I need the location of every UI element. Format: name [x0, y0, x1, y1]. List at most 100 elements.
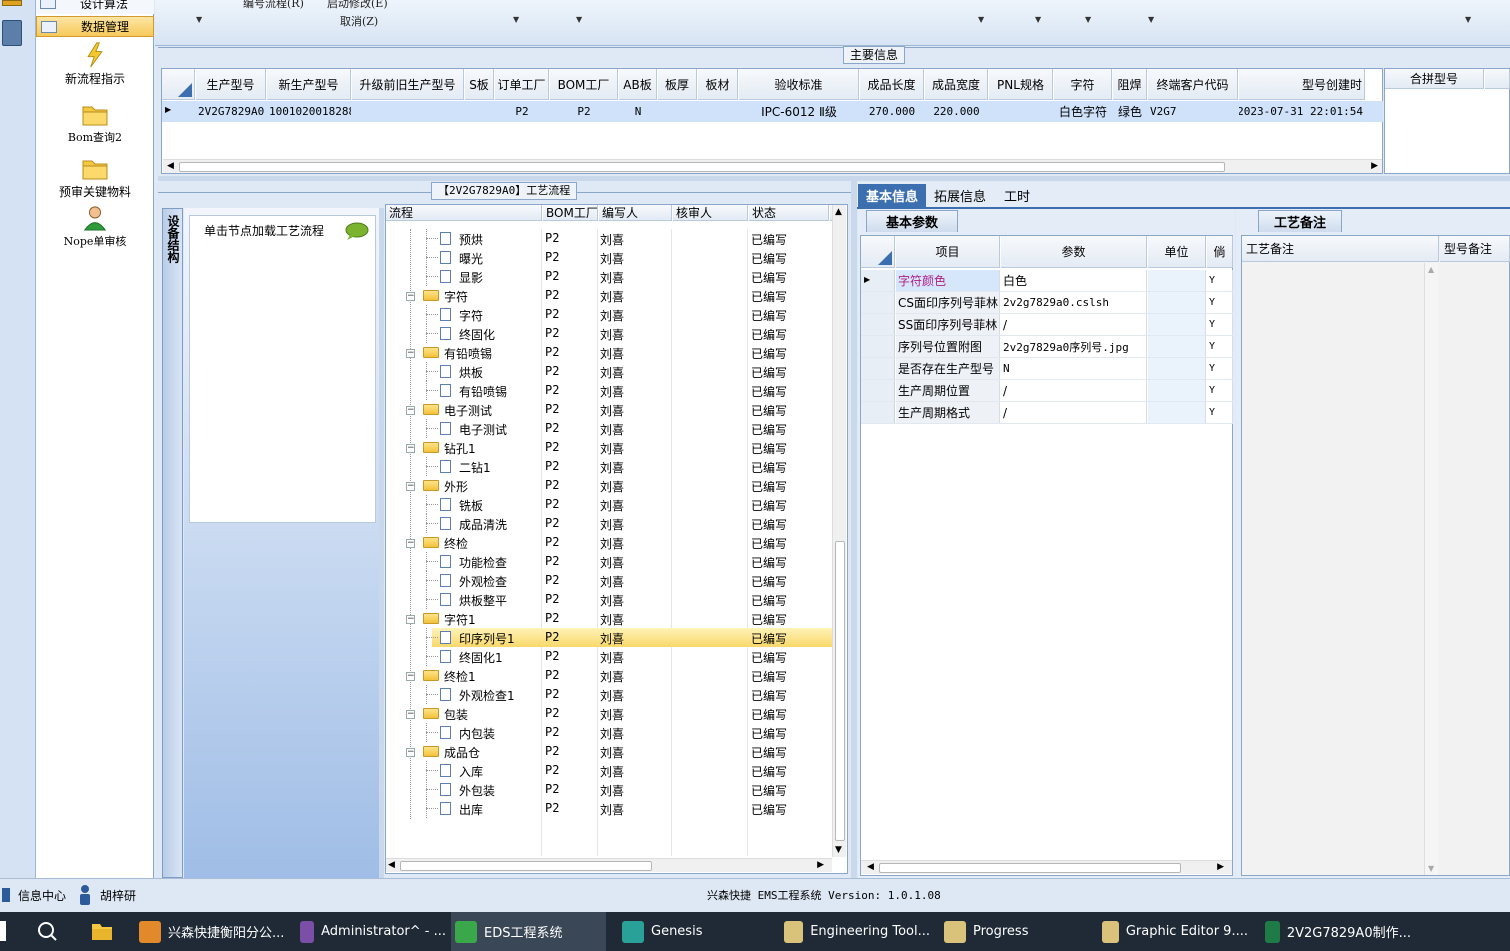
taskbar-item[interactable]: Administrator^ - ... [296, 912, 446, 951]
param-flag-cell[interactable]: Y [1207, 336, 1233, 357]
main-col-header[interactable]: S板 [465, 69, 494, 100]
nav-tab-design[interactable]: 设计算法 [36, 0, 154, 14]
tree-row[interactable]: 铣板 P2 刘喜 已编写 [386, 495, 832, 514]
param-unit-cell[interactable] [1148, 336, 1206, 357]
collapse-icon[interactable]: − [406, 482, 415, 491]
param-item-cell[interactable]: SS面印序列号菲林 [896, 314, 1000, 335]
param-row[interactable]: 是否存在生产型号 N Y [861, 358, 1233, 380]
file-explorer-icon[interactable] [90, 920, 114, 942]
tree-row[interactable]: 印序列号1 P2 刘喜 已编写 [386, 628, 832, 647]
scroll-left-icon[interactable]: ◀ [167, 161, 174, 171]
param-item-cell[interactable]: 是否存在生产型号 [896, 358, 1000, 379]
param-value-cell[interactable]: / [1001, 402, 1147, 423]
scroll-down-icon[interactable]: ▼ [835, 845, 842, 855]
dropdown-arrow-icon[interactable]: ▼ [576, 15, 582, 24]
param-value-cell[interactable]: 2v2g7829a0序列号.jpg [1001, 336, 1147, 357]
tree-row[interactable]: 烘板整平 P2 刘喜 已编写 [386, 590, 832, 609]
dropdown-arrow-icon[interactable]: ▼ [196, 15, 202, 24]
scroll-left-icon[interactable]: ◀ [388, 860, 395, 870]
tab-extended-info[interactable]: 拓展信息 [928, 184, 992, 207]
param-col-header[interactable]: 项目 [896, 236, 1000, 268]
collapse-icon[interactable]: − [406, 615, 415, 624]
dropdown-arrow-icon[interactable]: ▼ [1085, 15, 1091, 24]
param-item-cell[interactable]: 序列号位置附图 [896, 336, 1000, 357]
param-value-cell[interactable]: / [1001, 314, 1147, 335]
nav-tab-data-management[interactable]: 数据管理 [36, 16, 154, 37]
remarks-vscroll[interactable]: ▲ ▼ [1424, 263, 1438, 875]
main-col-header[interactable]: 终端客户代码 [1148, 69, 1238, 100]
scroll-right-icon[interactable]: ▶ [1371, 161, 1378, 171]
dropdown-arrow-icon[interactable]: ▼ [513, 15, 519, 24]
param-item-cell[interactable]: 字符颜色 [896, 270, 1000, 291]
tree-hscroll[interactable]: ◀ ▶ [386, 858, 832, 872]
tree-row[interactable]: − 外形 P2 刘喜 已编写 [386, 476, 832, 495]
collapse-icon[interactable]: − [406, 539, 415, 548]
main-cell[interactable]: P2 [550, 101, 618, 122]
param-row[interactable]: ▶ 字符颜色 白色 Y [861, 270, 1233, 292]
main-col-header[interactable]: 成品长度 [860, 69, 924, 100]
collapse-icon[interactable]: − [406, 406, 415, 415]
nav-item-bom-query[interactable]: Bom查询2 [36, 101, 154, 145]
tree-row[interactable]: − 钻孔1 P2 刘喜 已编写 [386, 438, 832, 457]
param-item-cell[interactable]: 生产周期格式 [896, 402, 1000, 423]
param-flag-cell[interactable]: Y [1207, 380, 1233, 401]
param-col-header[interactable]: 倘 [1207, 236, 1233, 268]
param-row[interactable]: CS面印序列号菲林 2v2g7829a0.cslsh Y [861, 292, 1233, 314]
main-col-header[interactable]: 生产型号 [196, 69, 266, 100]
start-edit-button[interactable]: 启动修改(E) [327, 0, 388, 11]
tree-vscroll[interactable]: ▲ ▼ [832, 205, 846, 857]
main-cell[interactable]: 2023-07-31 22:01:54 [1239, 101, 1365, 122]
side-tab-structure[interactable]: 设备结构 [162, 208, 183, 878]
edit-flow-button[interactable]: 编号流程(R) [243, 0, 304, 11]
param-item-cell[interactable]: CS面印序列号菲林 [896, 292, 1000, 313]
tree-col-header[interactable]: 编写人 [599, 205, 672, 221]
main-col-header[interactable]: 订单工厂 [495, 69, 549, 100]
param-flag-cell[interactable]: Y [1207, 314, 1233, 335]
main-col-header[interactable]: PNL规格 [989, 69, 1053, 100]
tab-basic-info[interactable]: 基本信息 [858, 184, 926, 207]
tree-row[interactable]: 入库 P2 刘喜 已编写 [386, 761, 832, 780]
tree-row[interactable]: 预烘 P2 刘喜 已编写 [386, 229, 832, 248]
main-col-header[interactable]: 板厚 [658, 69, 697, 100]
params-hscroll[interactable]: ◀ ▶ [861, 860, 1232, 874]
tree-row[interactable]: − 字符 P2 刘喜 已编写 [386, 286, 832, 305]
scroll-right-icon[interactable]: ▶ [817, 860, 824, 870]
param-unit-cell[interactable] [1148, 402, 1206, 423]
tree-row[interactable]: − 成品仓 P2 刘喜 已编写 [386, 742, 832, 761]
search-icon[interactable] [36, 920, 58, 942]
main-col-header[interactable]: 板材 [698, 69, 738, 100]
param-value-cell[interactable]: 2v2g7829a0.cslsh [1001, 292, 1147, 313]
scroll-down-icon[interactable]: ▼ [1428, 864, 1434, 873]
collapse-icon[interactable]: − [406, 710, 415, 719]
vsplitter[interactable] [379, 208, 384, 878]
param-value-cell[interactable]: 白色 [1001, 270, 1147, 291]
dropdown-arrow-icon[interactable]: ▼ [978, 15, 984, 24]
param-unit-cell[interactable] [1148, 314, 1206, 335]
main-col-header[interactable]: BOM工厂 [550, 69, 618, 100]
calendar-icon[interactable] [2, 0, 22, 6]
main-col-header[interactable]: 新生产型号 [267, 69, 351, 100]
tree-row[interactable]: 外包装 P2 刘喜 已编写 [386, 780, 832, 799]
main-cell[interactable]: P2 [495, 101, 549, 122]
taskbar-item[interactable]: 兴森快捷衡阳分公... [135, 912, 285, 951]
dropdown-arrow-icon[interactable]: ▼ [1035, 15, 1041, 24]
tree-col-header[interactable]: 流程 [386, 205, 542, 221]
main-cell[interactable] [465, 101, 494, 122]
param-col-header[interactable]: 参数 [1001, 236, 1147, 268]
tree-row[interactable]: 外观检查1 P2 刘喜 已编写 [386, 685, 832, 704]
param-row[interactable]: 序列号位置附图 2v2g7829a0序列号.jpg Y [861, 336, 1233, 358]
param-unit-cell[interactable] [1148, 270, 1206, 291]
main-cell[interactable] [989, 101, 1053, 122]
tree-col-header[interactable]: BOM工厂 [543, 205, 598, 221]
taskbar-item[interactable]: Progress [940, 912, 1090, 951]
param-flag-cell[interactable]: Y [1207, 358, 1233, 379]
main-cell[interactable]: 220.000 [925, 101, 988, 122]
tab-work-hours[interactable]: 工时 [996, 184, 1038, 207]
taskbar-item[interactable]: 2V2G7829A0制作... [1261, 912, 1411, 951]
param-row[interactable]: 生产周期位置 / Y [861, 380, 1233, 402]
main-cell[interactable] [658, 101, 697, 122]
scroll-up-icon[interactable]: ▲ [1428, 265, 1434, 274]
main-col-header[interactable]: 升级前旧生产型号 [352, 69, 464, 100]
main-col-header[interactable]: 成品宽度 [925, 69, 988, 100]
taskbar-item[interactable]: EDS工程系统 [451, 912, 606, 951]
